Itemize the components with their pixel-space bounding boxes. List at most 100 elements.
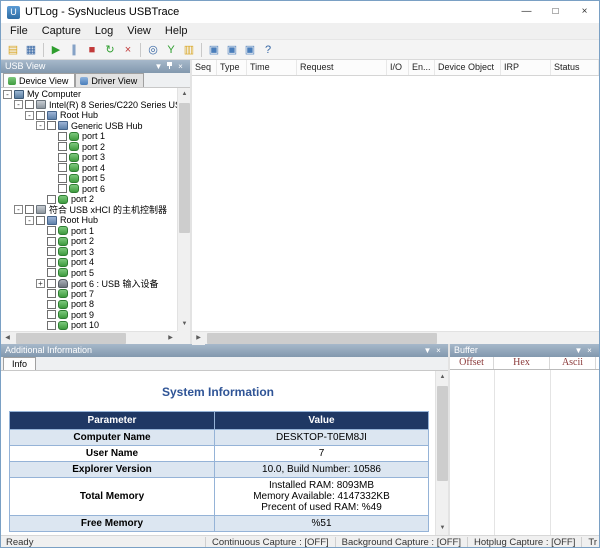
scrollbar-thumb[interactable]	[437, 386, 448, 481]
scroll-left-icon[interactable]: ◀	[1, 332, 14, 344]
tree-item-port-7[interactable]: port 7	[1, 289, 177, 300]
tree-item-port-3[interactable]: port 3	[1, 152, 177, 163]
save-icon[interactable]: ▦	[22, 41, 40, 58]
tree-item-port-5[interactable]: port 5	[1, 173, 177, 184]
tree-item-port-4[interactable]: port 4	[1, 257, 177, 268]
tree-item-port-2[interactable]: port 2	[1, 236, 177, 247]
tree-expander-icon[interactable]: -	[14, 100, 23, 109]
tree-item-port-9[interactable]: port 9	[1, 310, 177, 321]
addinfo-vertical-scrollbar[interactable]: ▲ ▼	[435, 371, 448, 535]
tree-expander-icon[interactable]: -	[36, 121, 45, 130]
tab-device-view[interactable]: Device View	[3, 73, 75, 87]
tree-expander-icon[interactable]: -	[25, 216, 34, 225]
tree-item-root-hub[interactable]: -Root Hub	[1, 215, 177, 226]
tree-expander-icon[interactable]: -	[3, 90, 12, 99]
tab-info[interactable]: Info	[3, 357, 36, 370]
tree-expander-icon[interactable]: -	[25, 111, 34, 120]
tree-item-port-2[interactable]: port 2	[1, 142, 177, 153]
tab-driver-view[interactable]: Driver View	[75, 73, 144, 87]
tree-item-root-hub[interactable]: -Root Hub	[1, 110, 177, 121]
tree-checkbox[interactable]	[47, 247, 56, 256]
tree-checkbox[interactable]	[47, 237, 56, 246]
column-header-device-object[interactable]: Device Object	[435, 60, 501, 75]
column-header-request[interactable]: Request	[297, 60, 387, 75]
start-capture-icon[interactable]: ▶	[47, 41, 65, 58]
tree-item-usb-xhci[interactable]: -符合 USB xHCI 的主机控制器	[1, 205, 177, 216]
tree-checkbox[interactable]	[36, 216, 45, 225]
scrollbar-thumb[interactable]	[179, 103, 190, 233]
stop-capture-icon[interactable]: ■	[83, 41, 101, 58]
tree-item-intel-r-8-series-c220-series-usb-ehci-1-8i[interactable]: -Intel(R) 8 Series/C220 Series USB EHCI …	[1, 100, 177, 111]
help-icon[interactable]: ?	[259, 41, 277, 58]
tree-item-port-1[interactable]: port 1	[1, 226, 177, 237]
tree-checkbox[interactable]	[58, 163, 67, 172]
scroll-up-icon[interactable]: ▲	[436, 371, 448, 384]
pause-capture-icon[interactable]: ∥	[65, 41, 83, 58]
buffer-window-icon[interactable]: ▣	[223, 41, 241, 58]
clear-log-icon[interactable]: ×	[119, 41, 137, 58]
tree-item-port-3[interactable]: port 3	[1, 247, 177, 258]
tree-item-port-1[interactable]: port 1	[1, 131, 177, 142]
filter-icon[interactable]: Y	[162, 41, 180, 58]
close-button[interactable]: ×	[570, 1, 599, 23]
tree-checkbox[interactable]	[58, 174, 67, 183]
close-icon[interactable]: ×	[584, 345, 595, 356]
column-header-status[interactable]: Status	[551, 60, 599, 75]
scroll-down-icon[interactable]: ▼	[178, 318, 190, 331]
tree-checkbox[interactable]	[47, 310, 56, 319]
tree-checkbox[interactable]	[25, 205, 34, 214]
tree-checkbox[interactable]	[47, 300, 56, 309]
column-header-i-o[interactable]: I/O	[387, 60, 409, 75]
tree-checkbox[interactable]	[47, 289, 56, 298]
find-icon[interactable]: ◎	[144, 41, 162, 58]
maximize-button[interactable]: □	[541, 1, 570, 23]
menu-item-view[interactable]: View	[120, 24, 158, 38]
tree-expander-icon[interactable]: -	[14, 205, 23, 214]
chevron-down-icon[interactable]: ▼	[573, 345, 584, 356]
scroll-up-icon[interactable]: ▲	[178, 88, 190, 101]
close-icon[interactable]: ×	[175, 61, 186, 72]
minimize-button[interactable]: —	[512, 1, 541, 23]
scroll-right-icon[interactable]: ▶	[164, 332, 177, 344]
tree-expander-icon[interactable]: +	[36, 279, 45, 288]
tree-item-port-4[interactable]: port 4	[1, 163, 177, 174]
trace-horizontal-scrollbar[interactable]: ◀ ▶	[192, 331, 599, 344]
tree-item-my-computer[interactable]: -My Computer	[1, 89, 177, 100]
scroll-down-icon[interactable]: ▼	[436, 522, 448, 535]
close-icon[interactable]: ×	[433, 345, 444, 356]
chevron-down-icon[interactable]: ▼	[422, 345, 433, 356]
menu-item-capture[interactable]: Capture	[35, 24, 88, 38]
tree-checkbox[interactable]	[47, 226, 56, 235]
scrollbar-thumb[interactable]	[16, 333, 126, 344]
info-window-icon[interactable]: ▣	[241, 41, 259, 58]
menu-item-file[interactable]: File	[3, 24, 35, 38]
tree-horizontal-scrollbar[interactable]: ◀ ▶	[1, 331, 177, 344]
tree-item-port-10[interactable]: port 10	[1, 320, 177, 331]
statistics-icon[interactable]: ▥	[180, 41, 198, 58]
menu-item-help[interactable]: Help	[158, 24, 195, 38]
tree-checkbox[interactable]	[36, 111, 45, 120]
tree-checkbox[interactable]	[58, 184, 67, 193]
scroll-right-icon[interactable]: ▶	[192, 332, 205, 345]
column-header-seq[interactable]: Seq	[192, 60, 217, 75]
column-header-type[interactable]: Type	[217, 60, 247, 75]
tree-checkbox[interactable]	[47, 258, 56, 267]
menu-item-log[interactable]: Log	[88, 24, 120, 38]
tree-checkbox[interactable]	[47, 268, 56, 277]
column-header-irp[interactable]: IRP	[501, 60, 551, 75]
restart-capture-icon[interactable]: ↻	[101, 41, 119, 58]
tree-checkbox[interactable]	[25, 100, 34, 109]
tree-item-generic-usb-hub[interactable]: -Generic USB Hub	[1, 121, 177, 132]
scrollbar-thumb[interactable]	[207, 333, 437, 344]
tree-item-port-6[interactable]: port 6	[1, 184, 177, 195]
tree-checkbox[interactable]	[47, 121, 56, 130]
open-file-icon[interactable]: ▤	[4, 41, 22, 58]
tree-checkbox[interactable]	[58, 153, 67, 162]
tree-checkbox[interactable]	[58, 142, 67, 151]
column-header-en[interactable]: En...	[409, 60, 435, 75]
device-view-window-icon[interactable]: ▣	[205, 41, 223, 58]
tree-vertical-scrollbar[interactable]: ▲ ▼	[177, 88, 190, 331]
tree-item-port-6-usb[interactable]: +port 6 : USB 输入设备	[1, 278, 177, 289]
tree-checkbox[interactable]	[47, 321, 56, 330]
chevron-down-icon[interactable]: ▼	[153, 61, 164, 72]
